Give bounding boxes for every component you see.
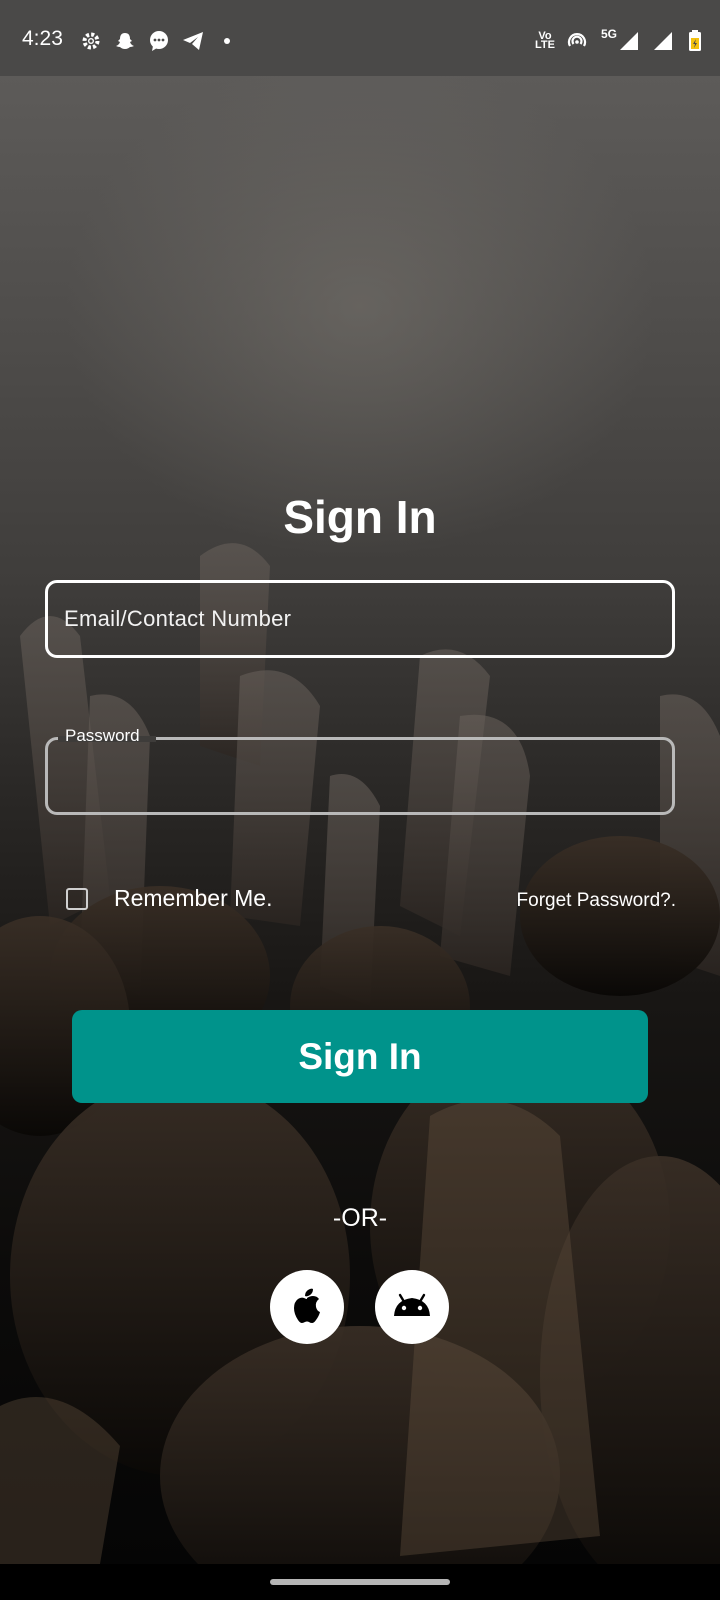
email-field-container [45, 580, 675, 658]
network-label: 5G [600, 27, 617, 41]
gear-icon [80, 30, 102, 52]
android-login-button[interactable] [375, 1270, 449, 1344]
volte-icon: Vo LTE [535, 30, 555, 51]
remember-me-label[interactable]: Remember Me. [114, 885, 272, 912]
status-time: 4:23 [22, 27, 63, 50]
signal-5g-icon: 5G [598, 27, 642, 52]
remember-me-checkbox[interactable] [66, 887, 88, 910]
crowd-silhouette [0, 543, 720, 1564]
status-bar: 4:23 Vo LTE 5G [0, 0, 720, 76]
password-input[interactable] [48, 740, 672, 812]
hotspot-icon [566, 30, 588, 52]
password-label: Password [65, 726, 140, 745]
or-divider: -OR- [332, 1204, 388, 1232]
android-icon [391, 1292, 433, 1323]
sign-in-button[interactable]: Sign In [72, 1010, 648, 1103]
remember-me-row: Remember Me. [66, 885, 272, 912]
apple-icon [291, 1287, 323, 1328]
page-title: Sign In [283, 491, 437, 543]
notification-icons [80, 30, 238, 52]
chat-bubble-icon [148, 30, 170, 52]
email-input[interactable] [48, 583, 672, 655]
password-field-container: Password [45, 726, 675, 815]
background-crowd-image [0, 76, 720, 1564]
forget-password-link[interactable]: Forget Password?. [517, 890, 676, 912]
dot-icon [216, 30, 238, 52]
signal-icon [652, 30, 674, 52]
navigation-bar [0, 1564, 720, 1600]
battery-icon [684, 30, 706, 52]
home-gesture-handle[interactable] [270, 1579, 450, 1585]
system-status-icons: Vo LTE 5G [534, 27, 706, 52]
snapchat-icon [114, 30, 136, 52]
apple-login-button[interactable] [270, 1270, 344, 1344]
telegram-icon [182, 30, 204, 52]
